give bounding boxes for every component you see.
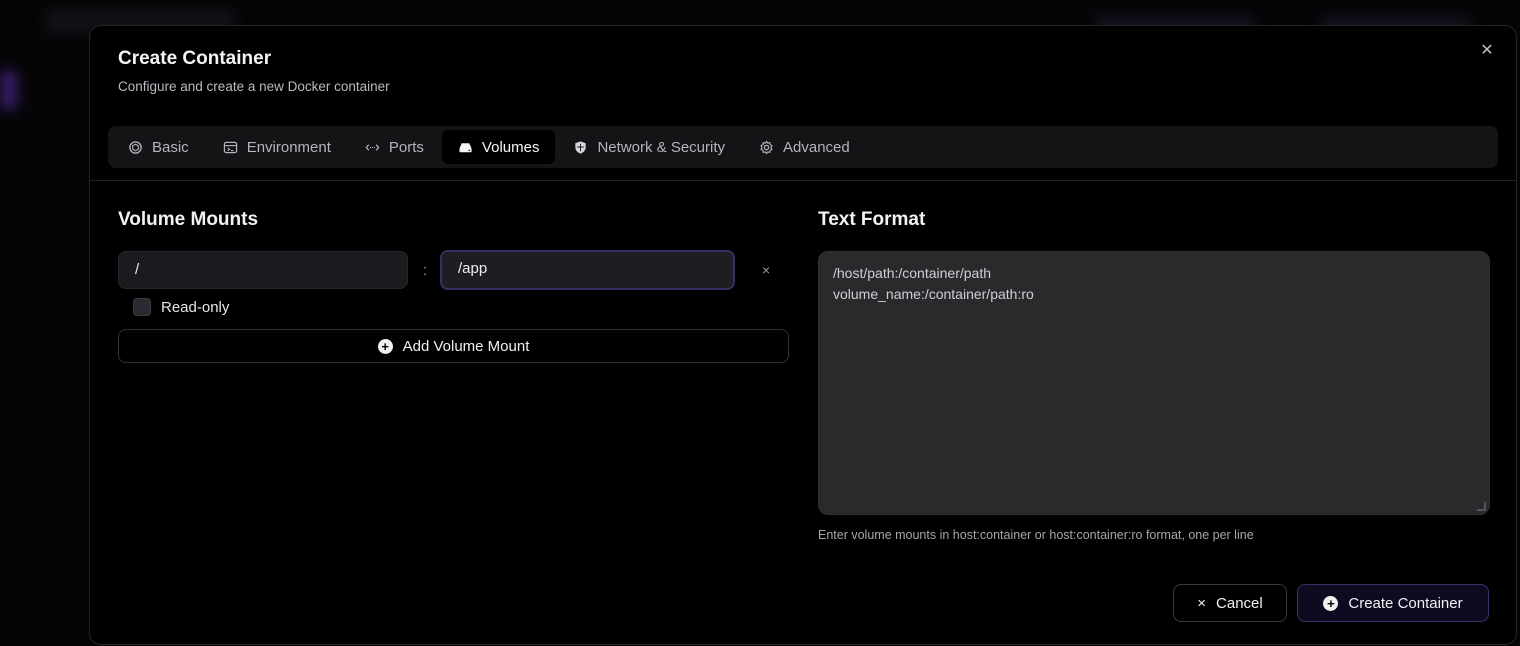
dialog-subtitle: Configure and create a new Docker contai… — [118, 79, 390, 94]
create-container-label: Create Container — [1348, 594, 1463, 612]
resize-handle[interactable] — [1476, 501, 1486, 511]
text-format-helper: Enter volume mounts in host:container or… — [818, 528, 1254, 542]
tab-label: Volumes — [481, 138, 540, 156]
read-only-label: Read-only — [161, 299, 230, 316]
plus-circle-icon: + — [377, 338, 393, 354]
placeholder-line: /host/path:/container/path — [833, 265, 991, 281]
dialog-header: Create Container Configure and create a … — [118, 48, 390, 94]
cancel-label: Cancel — [1216, 594, 1263, 612]
tab-label: Environment — [246, 138, 331, 156]
text-format-title: Text Format — [818, 209, 926, 230]
volume-text-format-textarea[interactable]: /host/path:/container/path volume_name:/… — [818, 251, 1490, 515]
cancel-button[interactable]: × Cancel — [1173, 584, 1287, 622]
volume-mounts-title: Volume Mounts — [118, 209, 259, 230]
arrows-horizontal-icon — [365, 143, 380, 151]
shield-icon — [575, 140, 587, 154]
tab-volumes[interactable]: Volumes — [441, 130, 556, 164]
placeholder-line: volume_name:/container/path:ro — [833, 286, 1034, 302]
tab-ports[interactable]: Ports — [349, 130, 440, 164]
terminal-box-icon — [223, 141, 237, 153]
tab-advanced[interactable]: Advanced — [743, 130, 866, 164]
remove-mount-button[interactable]: × — [762, 262, 770, 278]
tab-network-security[interactable]: Network & Security — [557, 130, 741, 164]
tab-bar: Basic Environment Ports Volumes Network … — [108, 126, 1498, 168]
close-icon[interactable]: ✕ — [1478, 42, 1496, 60]
tab-label: Advanced — [783, 138, 850, 156]
gear-icon — [760, 139, 773, 155]
add-volume-mount-button[interactable]: + Add Volume Mount — [118, 329, 789, 363]
tab-label: Network & Security — [597, 138, 726, 156]
tab-label: Ports — [388, 138, 424, 156]
cube-icon — [129, 140, 142, 154]
dialog-title: Create Container — [118, 48, 272, 69]
read-only-checkbox[interactable] — [133, 298, 151, 316]
tab-environment[interactable]: Environment — [207, 130, 347, 164]
hard-drive-icon — [459, 142, 472, 152]
create-container-button[interactable]: + Create Container — [1297, 584, 1489, 622]
tab-basic[interactable]: Basic — [112, 130, 205, 164]
plus-circle-icon: + — [1323, 595, 1339, 611]
host-path-input[interactable]: / — [118, 251, 408, 289]
add-volume-mount-label: Add Volume Mount — [402, 337, 530, 355]
create-container-dialog: ✕ Create Container Configure and create … — [89, 25, 1517, 645]
close-icon: × — [1197, 594, 1207, 612]
container-path-input[interactable]: /app — [440, 250, 735, 290]
path-separator: : — [423, 262, 428, 279]
tab-label: Basic — [152, 138, 189, 156]
header-divider — [90, 180, 1516, 181]
